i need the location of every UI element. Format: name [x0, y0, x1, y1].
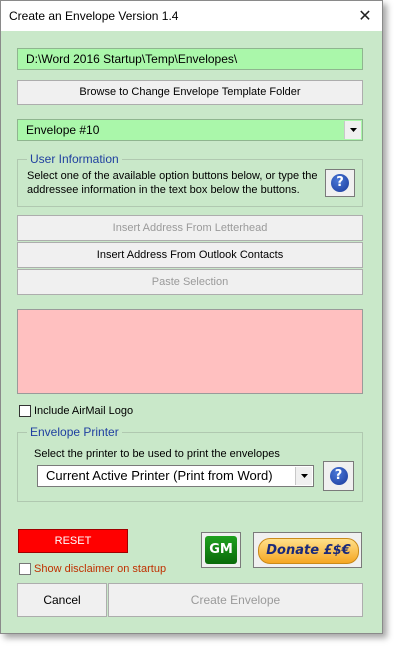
reset-button[interactable]: RESET: [18, 529, 128, 553]
envelope-size-dropdown-button[interactable]: [344, 121, 361, 139]
gm-logo: GM: [205, 536, 237, 564]
printer-select[interactable]: Current Active Printer (Print from Word): [37, 465, 314, 487]
printer-help-button[interactable]: ?: [323, 461, 354, 491]
printer-dropdown-button[interactable]: [295, 467, 312, 485]
template-folder-path-field[interactable]: D:\Word 2016 Startup\Temp\Envelopes\: [17, 48, 363, 70]
donate-button[interactable]: Donate £$€: [253, 532, 362, 568]
printer-select-value: Current Active Printer (Print from Word): [46, 468, 273, 483]
insert-from-outlook-button[interactable]: Insert Address From Outlook Contacts: [17, 242, 363, 268]
create-envelope-button[interactable]: Create Envelope: [108, 583, 363, 617]
close-button[interactable]: ✕: [355, 6, 375, 26]
donate-logo: Donate £$€: [258, 538, 359, 564]
printer-description: Select the printer to be used to print t…: [34, 448, 280, 460]
disclaimer-checkbox[interactable]: [19, 563, 31, 575]
gm-button[interactable]: GM: [201, 532, 241, 568]
envelope-size-select[interactable]: Envelope #10: [17, 119, 363, 141]
user-information-legend: User Information: [27, 152, 122, 167]
browse-folder-button[interactable]: Browse to Change Envelope Template Folde…: [17, 80, 363, 105]
address-textbox[interactable]: [17, 309, 363, 394]
airmail-logo-label: Include AirMail Logo: [34, 405, 134, 417]
envelope-size-value: Envelope #10: [26, 123, 100, 137]
insert-from-letterhead-button[interactable]: Insert Address From Letterhead: [17, 215, 363, 241]
chevron-down-icon: [350, 128, 357, 132]
airmail-logo-checkbox[interactable]: [19, 405, 31, 417]
window-title: Create an Envelope Version 1.4: [9, 9, 179, 23]
user-information-description: Select one of the available option butto…: [27, 170, 318, 196]
chevron-down-icon: [301, 474, 308, 478]
paste-selection-button[interactable]: Paste Selection: [17, 269, 363, 295]
user-info-help-button[interactable]: ?: [325, 169, 355, 197]
help-icon: ?: [331, 174, 349, 192]
cancel-button[interactable]: Cancel: [17, 583, 107, 617]
envelope-printer-legend: Envelope Printer: [27, 425, 122, 440]
disclaimer-label: Show disclaimer on startup: [34, 563, 167, 575]
help-icon: ?: [329, 467, 348, 485]
